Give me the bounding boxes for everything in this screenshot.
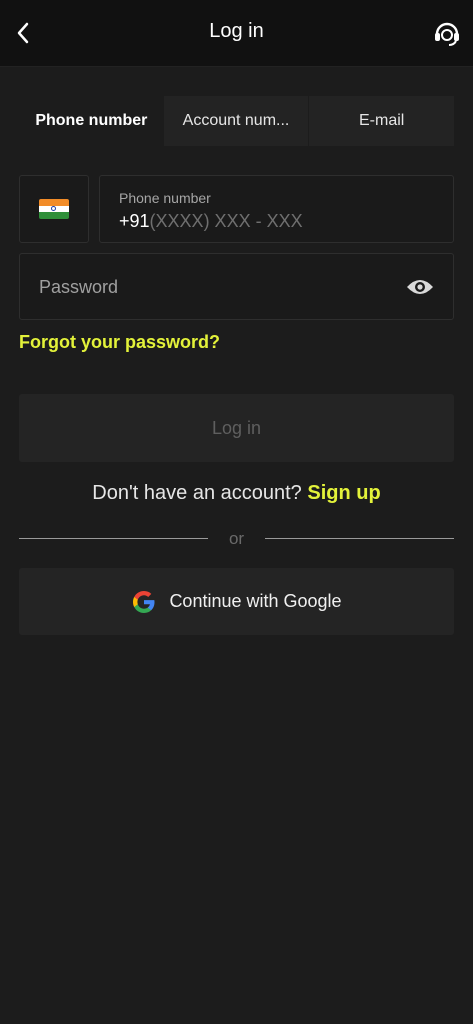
headset-support-icon bbox=[435, 22, 459, 46]
eye-icon bbox=[407, 280, 433, 294]
top-bar: Log in bbox=[0, 0, 473, 67]
signup-link[interactable]: Sign up bbox=[307, 482, 380, 504]
signup-prompt-row: Don't have an account? Sign up bbox=[0, 482, 473, 505]
login-method-tabs: Phone number Account num... E-mail bbox=[19, 96, 455, 146]
page-title: Log in bbox=[209, 20, 264, 42]
show-password-button[interactable] bbox=[405, 274, 435, 300]
tab-account-number[interactable]: Account num... bbox=[163, 96, 309, 146]
phone-country-prefix: +91 bbox=[119, 211, 150, 231]
google-icon bbox=[133, 590, 155, 613]
divider-text: or bbox=[228, 529, 245, 548]
login-button[interactable]: Log in bbox=[19, 394, 454, 462]
continue-with-google-label: Continue with Google bbox=[169, 591, 342, 611]
tab-email-label: E-mail bbox=[359, 112, 405, 129]
or-divider: or bbox=[19, 527, 454, 551]
country-code-selector[interactable] bbox=[19, 175, 89, 243]
signup-prompt: Don't have an account? bbox=[92, 482, 302, 504]
tab-email[interactable]: E-mail bbox=[309, 96, 455, 146]
divider-line-right bbox=[265, 538, 454, 539]
password-placeholder: Password bbox=[39, 277, 119, 297]
forgot-password-link[interactable]: Forgot your password? bbox=[19, 332, 220, 353]
tab-account-number-label: Account num... bbox=[182, 112, 290, 129]
continue-with-google-button[interactable]: Continue with Google bbox=[19, 568, 454, 635]
phone-number-label: Phone number bbox=[119, 190, 211, 206]
india-flag-icon bbox=[39, 199, 69, 219]
tab-phone-number[interactable]: Phone number bbox=[19, 96, 164, 146]
support-button[interactable] bbox=[429, 14, 465, 52]
phone-number-placeholder: (XXXX) XXX - XXX bbox=[149, 211, 303, 231]
password-input[interactable]: Password bbox=[19, 253, 454, 320]
login-screen: Log in Phone number Account num... E-mai… bbox=[0, 0, 473, 1024]
phone-number-input[interactable]: Phone number +91(XXXX) XXX - XXX bbox=[99, 175, 454, 243]
phone-number-value: +91(XXXX) XXX - XXX bbox=[119, 211, 303, 232]
tab-phone-number-label: Phone number bbox=[35, 112, 148, 129]
